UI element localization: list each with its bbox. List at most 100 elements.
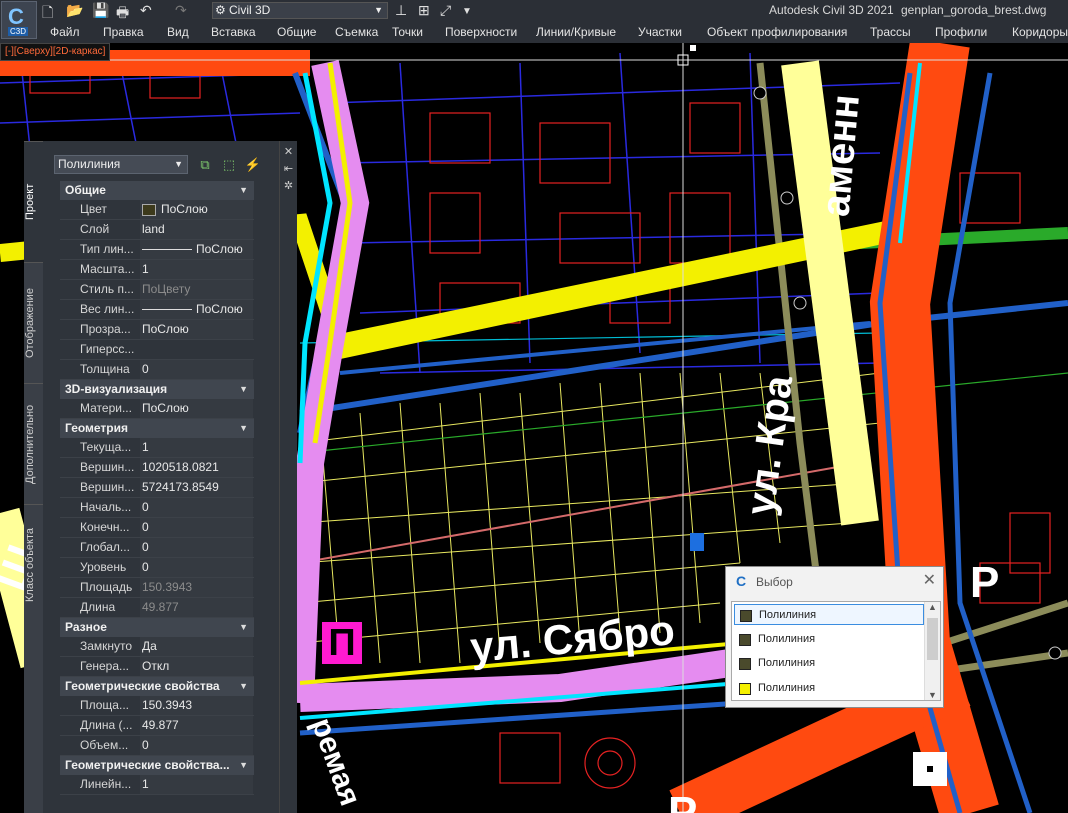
collapse-chevron-icon[interactable]: ▼: [239, 419, 248, 438]
property-row[interactable]: Глобал... 0: [60, 538, 254, 558]
property-row[interactable]: Площа... 150.3943: [60, 696, 254, 716]
property-value[interactable]: Откл: [140, 657, 253, 676]
menu-points[interactable]: Точки: [392, 25, 423, 39]
menu-file[interactable]: Файл: [50, 25, 80, 39]
property-value[interactable]: 1020518.0821: [140, 458, 253, 477]
object-type-select[interactable]: Полилиния ▼: [54, 155, 188, 174]
property-row[interactable]: Вес лин... ПоСлою: [60, 300, 254, 320]
autohide-icon[interactable]: ⇤: [280, 162, 297, 175]
property-row[interactable]: Текуща... 1: [60, 438, 254, 458]
property-row[interactable]: Слой land: [60, 220, 254, 240]
property-value[interactable]: ПоСлою: [140, 300, 253, 319]
property-row[interactable]: Прозра... ПоСлою: [60, 320, 254, 340]
menu-profiles[interactable]: Профили: [935, 25, 987, 39]
section-header[interactable]: Геометрические свойства ▼: [60, 677, 254, 696]
toggle-pickadd-icon[interactable]: ⧉: [196, 156, 214, 174]
menu-lines-curves[interactable]: Линии/Кривые: [536, 25, 616, 39]
collapse-chevron-icon[interactable]: ▼: [239, 618, 248, 637]
property-row[interactable]: Генера... Откл: [60, 657, 254, 677]
selection-list[interactable]: ▲ ▼ Полилиния Полилиния Полилиния Полилиния: [731, 601, 941, 701]
property-value[interactable]: 1: [140, 260, 253, 279]
property-row[interactable]: Длина (... 49.877: [60, 716, 254, 736]
save-icon[interactable]: 💾: [92, 2, 109, 19]
property-value[interactable]: 5724173.8549: [140, 478, 253, 497]
workspace-selector[interactable]: ⚙ Civil 3D ▼: [212, 2, 388, 19]
property-value[interactable]: 0: [140, 518, 253, 537]
redo-icon[interactable]: ↷: [175, 2, 187, 19]
property-row[interactable]: Тип лин... ПоСлою: [60, 240, 254, 260]
menu-edit[interactable]: Правка: [103, 25, 144, 39]
selection-list-item[interactable]: Полилиния: [734, 653, 924, 674]
menu-corridors[interactable]: Коридоры: [1012, 25, 1068, 39]
menu-surfaces[interactable]: Поверхности: [445, 25, 517, 39]
menu-alignments[interactable]: Трассы: [870, 25, 911, 39]
property-value[interactable]: ПоСлою: [140, 399, 253, 418]
viewport-label[interactable]: [-][Сверху][2D-каркас]: [0, 43, 111, 61]
property-value[interactable]: 49.877: [140, 598, 253, 617]
property-value[interactable]: 0: [140, 736, 253, 755]
property-row[interactable]: Объем... 0: [60, 736, 254, 756]
property-row[interactable]: Уровень 0: [60, 558, 254, 578]
section-header[interactable]: Геометрические свойства... ▼: [60, 756, 254, 775]
property-value[interactable]: Да: [140, 637, 253, 656]
property-value[interactable]: ПоСлою: [140, 240, 253, 259]
property-value[interactable]: 150.3943: [140, 578, 253, 597]
property-value[interactable]: 150.3943: [140, 696, 253, 715]
selection-list-item[interactable]: Полилиния: [734, 629, 924, 650]
property-row[interactable]: Матери... ПоСлою: [60, 399, 254, 419]
open-folder-icon[interactable]: 📂: [66, 2, 83, 19]
property-value[interactable]: ПоСлою: [140, 320, 253, 339]
property-row[interactable]: Толщина 0: [60, 360, 254, 380]
menu-parcels[interactable]: Участки: [638, 25, 682, 39]
menu-insert[interactable]: Вставка: [211, 25, 256, 39]
property-row[interactable]: Цвет ПоСлою: [60, 200, 254, 220]
property-row[interactable]: Замкнуто Да: [60, 637, 254, 657]
collapse-chevron-icon[interactable]: ▼: [239, 380, 248, 399]
menu-view[interactable]: Вид: [167, 25, 189, 39]
property-row[interactable]: Линейн... 1: [60, 775, 254, 795]
selection-cycling-dialog[interactable]: C Выбор ✕ ▲ ▼ Полилиния Полилиния Полилини…: [725, 566, 944, 708]
property-row[interactable]: Стиль п... ПоЦвету: [60, 280, 254, 300]
property-row[interactable]: Конечн... 0: [60, 518, 254, 538]
menu-grading[interactable]: Объект профилирования: [707, 25, 847, 39]
zoom-tool-icon[interactable]: ⤢: [440, 2, 451, 19]
property-value[interactable]: 0: [140, 498, 253, 517]
collapse-chevron-icon[interactable]: ▼: [239, 677, 248, 696]
app-logo-button[interactable]: C C3D: [1, 1, 37, 39]
scroll-thumb[interactable]: [927, 618, 938, 660]
scroll-up-icon[interactable]: ▲: [928, 602, 937, 612]
menu-survey[interactable]: Съемка: [335, 25, 378, 39]
grid-tool-icon[interactable]: ⊞: [418, 2, 430, 19]
collapse-chevron-icon[interactable]: ▼: [239, 181, 248, 200]
toolbar-overflow-icon[interactable]: ▼: [462, 6, 472, 17]
selection-list-item[interactable]: Полилиния: [734, 678, 924, 699]
menu-general[interactable]: Общие: [277, 25, 316, 39]
collapse-chevron-icon[interactable]: ▼: [239, 756, 248, 775]
property-row[interactable]: Началь... 0: [60, 498, 254, 518]
property-row[interactable]: Вершин... 1020518.0821: [60, 458, 254, 478]
select-objects-icon[interactable]: ⬚: [220, 156, 238, 174]
section-header[interactable]: Геометрия ▼: [60, 419, 254, 438]
property-value[interactable]: 0: [140, 558, 253, 577]
property-row[interactable]: Вершин... 5724173.8549: [60, 478, 254, 498]
property-value[interactable]: ПоСлою: [140, 200, 253, 219]
property-value[interactable]: ПоЦвету: [140, 280, 253, 299]
tab-extended[interactable]: Дополнительно: [24, 383, 43, 504]
property-row[interactable]: Гиперсс...: [60, 340, 254, 360]
scroll-down-icon[interactable]: ▼: [928, 690, 937, 700]
properties-palette[interactable]: Проект Отображение Дополнительно Класс о…: [24, 141, 297, 813]
property-value[interactable]: 1: [140, 775, 253, 794]
property-value[interactable]: 0: [140, 360, 253, 379]
property-value[interactable]: 0: [140, 538, 253, 557]
tab-object-class[interactable]: Класс объекта: [24, 504, 43, 625]
undo-icon[interactable]: ↶: [140, 2, 152, 19]
section-header[interactable]: Общие ▼: [60, 181, 254, 200]
selection-list-item[interactable]: Полилиния: [734, 604, 924, 625]
section-header[interactable]: 3D-визуализация ▼: [60, 380, 254, 399]
property-row[interactable]: Длина 49.877: [60, 598, 254, 618]
section-header[interactable]: Разное ▼: [60, 618, 254, 637]
axis-tool-icon[interactable]: ⊥: [395, 2, 407, 19]
property-value[interactable]: 49.877: [140, 716, 253, 735]
close-icon[interactable]: ✕: [923, 570, 936, 590]
tab-project[interactable]: Проект: [24, 141, 43, 262]
